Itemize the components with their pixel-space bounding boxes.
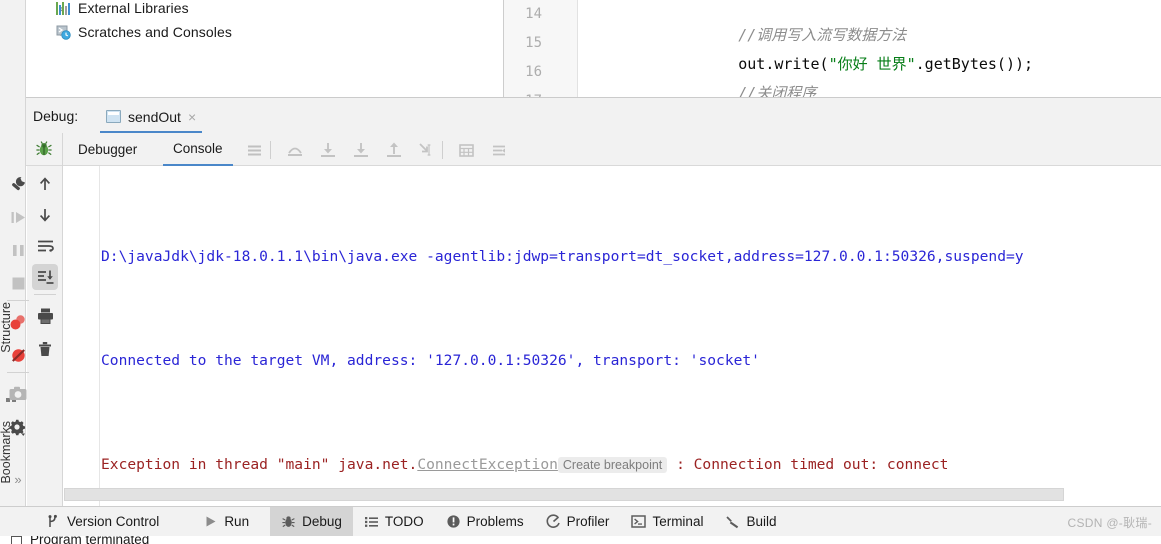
toolbar-divider <box>62 133 63 166</box>
exception-message: : Connection timed out: connect <box>667 456 949 473</box>
toolbar-separator <box>7 372 29 373</box>
console-gutter <box>63 166 100 506</box>
status-bar-item-label: TODO <box>384 514 424 529</box>
code-text: .getBytes()); <box>915 55 1034 73</box>
exception-class-link[interactable]: ConnectException <box>417 456 558 473</box>
checkbox-icon[interactable] <box>11 536 22 544</box>
status-bar-item-label: Build <box>746 514 777 529</box>
terminal-icon <box>631 514 647 529</box>
debug-bug-icon <box>281 514 296 529</box>
resume-program-icon[interactable] <box>5 204 31 230</box>
step-out-icon[interactable] <box>383 139 405 161</box>
watermark: CSDN @-耿瑞- <box>1067 516 1152 530</box>
left-strip-header-pad <box>0 101 26 133</box>
debug-session-actions: » <box>7 166 63 506</box>
status-bar-item-build[interactable]: Build <box>714 507 787 537</box>
view-breakpoints-icon[interactable] <box>5 309 31 335</box>
console-horizontal-scrollbar[interactable] <box>64 488 1064 501</box>
toolbar-separator <box>270 141 271 159</box>
console-line: D:\javaJdk\jdk-18.0.1.1\bin\java.exe -ag… <box>101 244 1161 270</box>
tab-console-label: Console <box>173 141 223 156</box>
idea-window: › External Libraries › <box>0 0 1161 544</box>
code-editor[interactable]: //调用写入流写数据方法 out.write("你好 世界".getBytes(… <box>579 0 1161 101</box>
create-breakpoint-badge[interactable]: Create breakpoint <box>557 457 668 473</box>
expand-more-actions-icon[interactable]: » <box>5 466 31 492</box>
left-strip-toolbar-pad <box>0 133 26 166</box>
tab-console[interactable]: Console <box>163 133 233 166</box>
mute-breakpoints-icon[interactable] <box>5 342 31 368</box>
debug-session-tab-label: sendOut <box>128 108 181 125</box>
status-bar-spacer <box>0 507 35 537</box>
top-region: › External Libraries › <box>0 0 1161 109</box>
step-over-icon[interactable] <box>284 139 306 161</box>
settings-gear-icon[interactable] <box>5 414 31 440</box>
toolbar-separator <box>7 300 29 301</box>
editor-marker-gutter[interactable] <box>550 0 578 101</box>
profiler-icon <box>546 514 561 529</box>
run-play-icon <box>203 514 218 529</box>
status-bar-item-label: Terminal <box>652 514 704 529</box>
screenshot-icon[interactable] <box>5 381 31 407</box>
console-output-panel[interactable]: D:\javaJdk\jdk-18.0.1.1\bin\java.exe -ag… <box>63 166 1161 506</box>
debug-session-tab-sendout[interactable]: sendOut × <box>100 102 203 133</box>
status-bar-item-label: Profiler <box>566 514 610 529</box>
stop-icon[interactable] <box>5 270 31 296</box>
code-string: "你好 世界" <box>828 55 916 73</box>
line-number: 15 <box>525 35 542 51</box>
console-text-area[interactable]: D:\javaJdk\jdk-18.0.1.1\bin\java.exe -ag… <box>101 166 1161 486</box>
tab-debugger[interactable]: Debugger <box>68 133 147 166</box>
bottom-partial-text: Program terminated <box>30 536 150 544</box>
run-to-cursor-icon[interactable] <box>415 139 437 161</box>
exception-text: Exception in thread "main" java.net. <box>101 456 418 473</box>
debug-bug-icon <box>30 136 58 162</box>
close-icon[interactable]: × <box>188 109 196 125</box>
line-number: 16 <box>525 64 542 80</box>
status-bar-item-label: Debug <box>302 514 342 529</box>
pause-program-icon[interactable] <box>5 237 31 263</box>
tab-debugger-label: Debugger <box>78 142 138 157</box>
build-hammer-icon <box>725 514 740 529</box>
todo-list-icon <box>364 514 379 529</box>
vcs-branch-icon <box>46 514 61 529</box>
line-number: 14 <box>525 6 542 22</box>
status-bar-item-run[interactable]: Run <box>192 507 260 537</box>
status-bar-item-label: Problems <box>466 514 524 529</box>
tree-item-label: Scratches and Consoles <box>78 24 232 40</box>
status-bar-item-label: Version Control <box>67 514 160 529</box>
external-libraries-icon <box>56 1 72 15</box>
bottom-partial-row: Program terminated <box>0 536 1161 544</box>
left-toolwindow-strip-top <box>0 0 26 101</box>
tree-item-external-libraries[interactable]: External Libraries <box>26 0 504 20</box>
console-line: Connected to the target VM, address: '12… <box>101 348 1161 374</box>
tree-item-scratches-and-consoles[interactable]: Scratches and Consoles <box>26 20 504 44</box>
console-command-line: D:\javaJdk\jdk-18.0.1.1\bin\java.exe -ag… <box>101 248 1024 265</box>
problems-warning-icon <box>446 514 461 529</box>
force-step-into-icon[interactable] <box>350 139 372 161</box>
debug-panel-header: Debug: sendOut × <box>0 101 1161 133</box>
evaluate-expression-icon[interactable] <box>455 139 477 161</box>
status-bar-item-problems[interactable]: Problems <box>435 507 535 537</box>
scratches-consoles-icon <box>56 25 72 40</box>
step-into-icon[interactable] <box>317 139 339 161</box>
status-bar-item-label: Run <box>224 514 250 529</box>
editor-line-number-gutter: 14 15 16 17 <box>504 0 550 109</box>
status-bar: Version Control Run Debug TODO Problems … <box>0 506 1161 537</box>
toolbar-separator <box>442 141 443 159</box>
tree-item-label: External Libraries <box>78 0 189 16</box>
status-bar-item-profiler[interactable]: Profiler <box>535 507 621 537</box>
run-configuration-icon <box>106 110 121 123</box>
console-connected-line: Connected to the target VM, address: '12… <box>101 352 760 369</box>
status-bar-item-todo[interactable]: TODO <box>353 507 435 537</box>
debug-toolbar-row: Debugger Console <box>0 133 1161 166</box>
status-bar-item-terminal[interactable]: Terminal <box>620 507 714 537</box>
project-tree-panel: › External Libraries › <box>26 0 504 97</box>
debug-panel-title: Debug: <box>33 108 79 124</box>
status-bar-item-version-control[interactable]: Version Control <box>35 507 170 537</box>
status-bar-item-debug[interactable]: Debug <box>270 506 353 537</box>
settings-wrench-icon[interactable] <box>5 171 31 197</box>
console-line-exception: Exception in thread "main" java.net.Conn… <box>101 452 1161 478</box>
layout-settings-icon[interactable] <box>243 139 265 161</box>
mute-breakpoints-icon[interactable] <box>488 139 510 161</box>
